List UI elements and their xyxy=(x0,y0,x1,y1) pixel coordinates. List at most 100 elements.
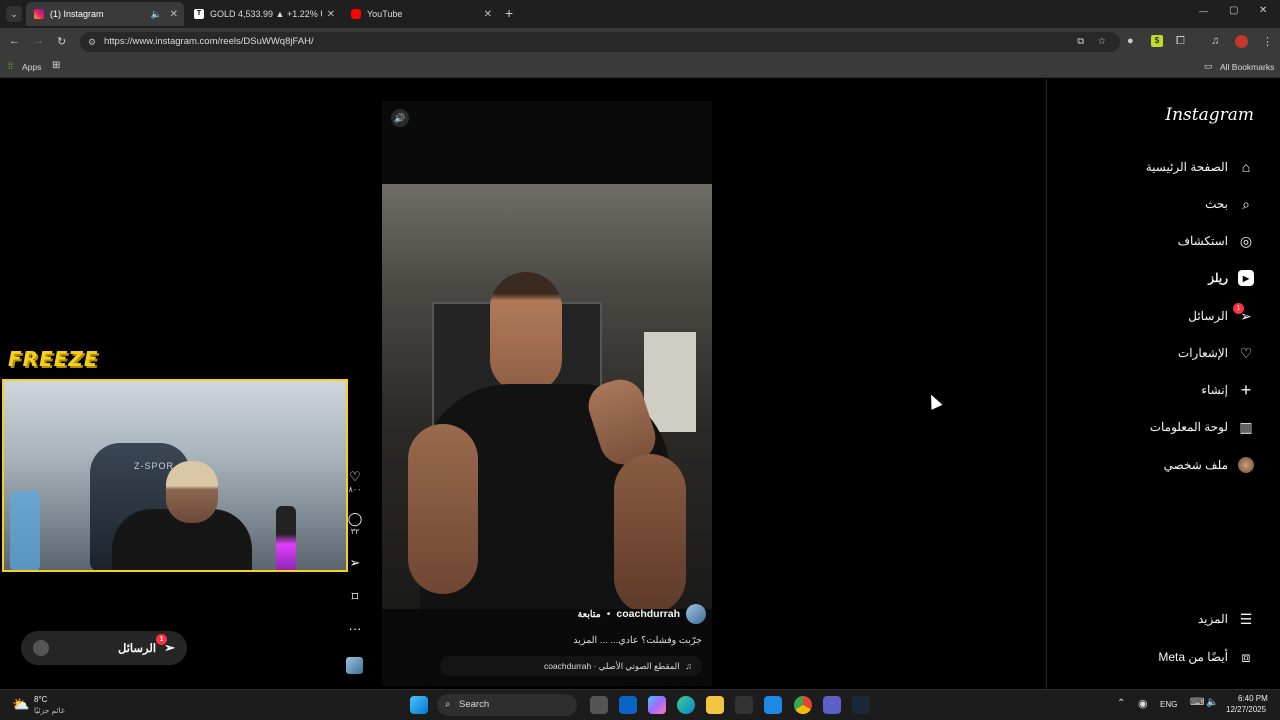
reel-username[interactable]: coachdurrah xyxy=(616,608,680,620)
weather-icon: ⛅ xyxy=(12,696,30,712)
tab-youtube[interactable]: YouTube ✕ xyxy=(343,2,498,26)
comment-count: ٣٢ xyxy=(350,527,360,536)
outlook-icon[interactable] xyxy=(619,696,637,714)
hamburger-menu-icon: ☰ xyxy=(1239,610,1253,627)
person-head xyxy=(490,272,562,392)
back-icon[interactable]: ← xyxy=(9,35,20,47)
all-bookmarks[interactable]: All Bookmarks xyxy=(1220,62,1274,72)
install-app-icon[interactable]: ⧉ xyxy=(1077,32,1084,52)
tray-chevron-icon[interactable]: ⌃ xyxy=(1117,698,1125,709)
direct-message-icon: ➢ 1 xyxy=(156,634,175,656)
reel-caption[interactable]: جرّبت وفشلت؟ عادي... ... المزيد xyxy=(573,635,702,646)
close-tab-icon[interactable]: ✕ xyxy=(170,9,178,20)
copilot-icon[interactable] xyxy=(648,696,666,714)
bookmark-star-icon[interactable]: ☆ xyxy=(1097,32,1106,52)
plus-icon: + xyxy=(1240,379,1252,400)
reel-audio-pill[interactable]: coachdurrah · المقطع الصوتي الأصلي ♫ xyxy=(440,656,702,676)
start-button[interactable] xyxy=(410,696,428,714)
reel-author-row: متابعة • coachdurrah xyxy=(572,604,706,624)
comment-action[interactable]: ◯ ٣٢ xyxy=(346,511,364,536)
reel-player[interactable]: 🔊 متابعة • coachdurrah جرّبت وفشلت؟ عادي… xyxy=(382,101,712,686)
sidebar-item-search[interactable]: ⌕ بحث xyxy=(1205,196,1254,212)
tab-label: (1) Instagram xyxy=(50,9,104,19)
reload-icon[interactable]: ↻ xyxy=(57,35,66,48)
save-action[interactable]: ⌑ xyxy=(346,589,364,605)
speaker-icon[interactable]: 🔈 xyxy=(151,9,162,20)
like-action[interactable]: ♡ ٨٠٠ xyxy=(346,469,364,494)
task-view-icon[interactable] xyxy=(590,696,608,714)
network-icon[interactable]: ⌨ xyxy=(1190,697,1204,708)
weather-desc[interactable]: غائم جزئيًا xyxy=(34,706,65,715)
weather-temp[interactable]: 8°C xyxy=(34,695,47,704)
sidebar-item-notifications[interactable]: ♡ الإشعارات xyxy=(1178,345,1254,361)
volume-icon[interactable]: 🔈 xyxy=(1206,697,1218,708)
sidebar-item-label: المزيد xyxy=(1197,612,1228,626)
author-avatar[interactable] xyxy=(686,604,706,624)
language-indicator[interactable]: ENG xyxy=(1160,700,1177,709)
tab-groups-icon[interactable]: ⊞ xyxy=(52,60,60,71)
minimize-button[interactable]: — xyxy=(1199,6,1208,16)
extension-dollar-icon[interactable]: $ xyxy=(1151,35,1163,47)
teams-icon[interactable] xyxy=(823,696,841,714)
tab-search-dropdown[interactable]: ⌄ xyxy=(6,6,22,22)
sidebar-item-home[interactable]: ⌂ الصفحة الرئيسية xyxy=(1146,159,1254,175)
sidebar-item-profile[interactable]: ملف شخصي xyxy=(1164,457,1254,473)
instagram-sidebar: Instagram ⌂ الصفحة الرئيسية ⌕ بحث ◎ استك… xyxy=(1046,79,1280,689)
sidebar-item-label: ملف شخصي xyxy=(1163,458,1228,472)
wall-art xyxy=(644,332,696,432)
sidebar-item-explore[interactable]: ◎ استكشاف xyxy=(1178,233,1254,249)
messages-floating-button[interactable]: الرسائل ➢ 1 xyxy=(21,631,187,665)
more-options-action[interactable]: ··· xyxy=(346,621,364,636)
sidebar-item-dashboard[interactable]: ▥ لوحة المعلومات xyxy=(1150,419,1254,435)
person-arm-right xyxy=(614,454,686,609)
apps-bookmark[interactable]: Apps xyxy=(22,62,41,72)
sidebar-item-also-from-meta[interactable]: ⧈ أيضًا من Meta xyxy=(1158,649,1254,665)
audio-thumbnail[interactable] xyxy=(346,657,363,674)
new-tab-button[interactable]: + xyxy=(505,5,513,21)
sidebar-item-label: أيضًا من Meta xyxy=(1158,650,1228,664)
clock-time[interactable]: 6:40 PM xyxy=(1238,694,1268,703)
share-action[interactable]: ➢ xyxy=(346,555,364,571)
chrome-icon[interactable] xyxy=(794,696,812,714)
tab-instagram[interactable]: (1) Instagram 🔈 ✕ xyxy=(26,2,184,26)
close-tab-icon[interactable]: ✕ xyxy=(327,9,335,20)
forward-icon[interactable]: → xyxy=(33,35,44,47)
search-label: Search xyxy=(459,699,490,710)
maximize-button[interactable]: ▢ xyxy=(1229,5,1238,16)
extensions-puzzle-icon[interactable]: ⧠ xyxy=(1176,35,1185,48)
home-icon: ⌂ xyxy=(1241,159,1251,175)
taskbar-search[interactable]: ⌕ Search xyxy=(437,694,577,716)
media-controls-icon[interactable]: ♫ xyxy=(1211,35,1219,47)
edge-icon[interactable] xyxy=(677,696,695,714)
sidebar-item-label: الرسائل xyxy=(1188,309,1228,323)
sidebar-item-label: الصفحة الرئيسية xyxy=(1145,160,1228,174)
tab-gold[interactable]: T GOLD 4,533.99 ▲ +1.22% Unna ✕ xyxy=(186,2,341,26)
address-bar[interactable]: ⚙ https://www.instagram.com/reels/DSuWWq… xyxy=(80,32,1120,52)
reel-video[interactable] xyxy=(382,184,712,609)
store-icon[interactable] xyxy=(735,696,753,714)
sidebar-item-more[interactable]: ☰ المزيد xyxy=(1198,611,1254,627)
file-explorer-icon[interactable] xyxy=(706,696,724,714)
profile-avatar-icon[interactable] xyxy=(1235,35,1248,48)
sidebar-item-label: الإشعارات xyxy=(1177,346,1228,360)
windows-taskbar: ⛅ 8°C غائم جزئيًا ⌕ Search ⌃ ◉ ENG ⌨ 🔈 6… xyxy=(0,689,1280,720)
follow-button[interactable]: متابعة xyxy=(578,609,601,620)
defender-icon[interactable] xyxy=(764,696,782,714)
reels-icon: ▶ xyxy=(1238,270,1254,286)
mute-toggle-icon[interactable]: 🔊 xyxy=(391,109,409,127)
steam-icon[interactable] xyxy=(852,696,870,714)
close-tab-icon[interactable]: ✕ xyxy=(484,9,492,20)
site-info-icon[interactable]: ⚙ xyxy=(88,32,96,52)
instagram-logo[interactable]: Instagram xyxy=(1165,105,1254,125)
menu-kebab-icon[interactable]: ⋮ xyxy=(1262,35,1273,48)
extension-circle-icon[interactable]: ● xyxy=(1127,35,1134,47)
dot-separator: • xyxy=(606,608,611,620)
tab-bar: ⌄ (1) Instagram 🔈 ✕ T GOLD 4,533.99 ▲ +1… xyxy=(0,0,1280,28)
message-count-badge: 1 xyxy=(156,634,168,645)
discord-tray-icon[interactable]: ◉ xyxy=(1138,697,1148,710)
sidebar-item-create[interactable]: + إنشاء xyxy=(1201,379,1254,400)
clock-date[interactable]: 12/27/2025 xyxy=(1226,705,1266,714)
sidebar-item-messages[interactable]: ➢ 1 الرسائل xyxy=(1188,303,1254,324)
close-window-button[interactable]: ✕ xyxy=(1259,5,1267,16)
sidebar-item-reels[interactable]: ▶ ريلز xyxy=(1208,270,1254,286)
